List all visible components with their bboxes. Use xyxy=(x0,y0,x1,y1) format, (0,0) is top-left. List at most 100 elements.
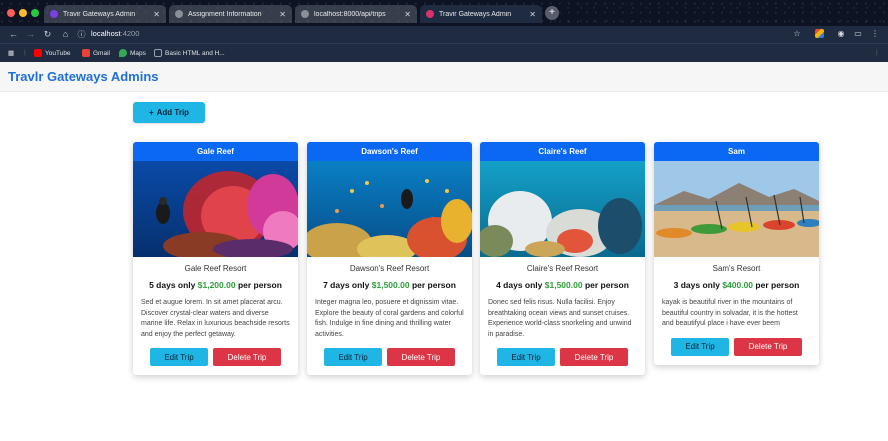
trip-price-line: 3 days only $400.00 per person xyxy=(654,280,819,290)
price-suffix: per person xyxy=(235,280,282,290)
app-header: Travlr Gateways Admins xyxy=(0,62,888,92)
bookmark-maps[interactable]: Maps xyxy=(119,49,146,57)
minimize-window-icon[interactable] xyxy=(19,9,27,17)
home-icon[interactable]: ⌂ xyxy=(59,28,72,41)
extension-icon[interactable] xyxy=(815,29,824,38)
browser-tab-bar: Travir Gateways Admin ✕ Assignment Infor… xyxy=(0,0,888,26)
trip-name: Claire's Reef xyxy=(480,142,645,161)
add-trip-label: Add Trip xyxy=(156,108,190,117)
bookmark-gmail[interactable]: Gmail xyxy=(82,49,110,57)
trip-card: Gale Reef Gale Reef Resort 5 days only $… xyxy=(133,142,298,375)
price-prefix: 3 days only xyxy=(673,280,723,290)
forward-arrow-icon[interactable]: → xyxy=(24,28,37,41)
price-prefix: 7 days only xyxy=(323,280,372,290)
page-icon xyxy=(301,10,309,18)
price-prefix: 5 days only xyxy=(149,280,198,290)
close-tab-icon[interactable]: ✕ xyxy=(153,10,160,19)
page-icon xyxy=(175,10,183,18)
card-actions: Edit Trip Delete Trip xyxy=(654,337,819,365)
card-actions: Edit Trip Delete Trip xyxy=(133,348,298,375)
address-bar: ← → ↻ ⌂ ⓘ localhost:4200 ☆ ◉ ▭ ⋮ xyxy=(0,26,888,43)
maximize-window-icon[interactable] xyxy=(31,9,39,17)
delete-trip-button[interactable]: Delete Trip xyxy=(387,348,455,366)
extensions-puzzle-icon[interactable]: ◉ xyxy=(836,29,846,39)
new-tab-icon[interactable]: + xyxy=(545,6,559,20)
apps-grid-icon[interactable]: ▦ xyxy=(8,49,14,57)
bookmark-basic-html[interactable]: Basic HTML and H... xyxy=(154,49,225,57)
trip-description: Integer magna leo, posuere et dignissim … xyxy=(315,299,464,338)
trip-name: Gale Reef xyxy=(133,142,298,161)
edit-trip-button[interactable]: Edit Trip xyxy=(150,348,208,366)
bookmarks-divider: | xyxy=(876,49,878,56)
add-trip-button[interactable]: + Add Trip xyxy=(133,102,205,123)
price-suffix: per person xyxy=(753,280,800,290)
delete-trip-button[interactable]: Delete Trip xyxy=(213,348,281,366)
angular-icon xyxy=(50,10,58,18)
trip-price: $1,500.00 xyxy=(544,280,583,290)
trip-name: Sam xyxy=(654,142,819,161)
angular-icon xyxy=(426,10,434,18)
browser-tab[interactable]: Assignment Information ✕ xyxy=(169,5,292,23)
codecademy-icon xyxy=(154,49,162,57)
bookmarks-bar: ▦ | YouTube Gmail Maps Basic HTML and H.… xyxy=(0,43,888,62)
bookmarks-divider: | xyxy=(24,49,26,56)
card-actions: Edit Trip Delete Trip xyxy=(307,348,472,375)
card-actions: Edit Trip Delete Trip xyxy=(480,348,645,375)
close-window-icon[interactable] xyxy=(7,9,15,17)
trip-price: $1,500.00 xyxy=(371,280,410,290)
sidebar-icon[interactable]: ▭ xyxy=(853,29,863,39)
browser-tab-active[interactable]: Travir Gateways Admin ✕ xyxy=(420,5,542,23)
back-arrow-icon[interactable]: ← xyxy=(7,28,20,41)
trip-card: Dawson's Reef Dawson's Reef Resort 7 day… xyxy=(307,142,472,375)
bookmark-star-icon[interactable]: ☆ xyxy=(792,29,802,39)
reef-fan-photo xyxy=(133,161,298,257)
resort-name: Sam's Resort xyxy=(712,264,761,273)
url-port: :4200 xyxy=(120,29,140,38)
price-suffix: per person xyxy=(582,280,629,290)
bookmark-youtube[interactable]: YouTube xyxy=(34,49,71,57)
bookmark-label: Basic HTML and H... xyxy=(165,49,225,57)
url-field[interactable]: localhost:4200 xyxy=(91,29,139,38)
edit-trip-button[interactable]: Edit Trip xyxy=(671,337,729,356)
site-info-icon[interactable]: ⓘ xyxy=(75,28,88,41)
resort-name: Dawson's Reef Resort xyxy=(349,264,430,273)
trip-description: kayak is beautiful river in the mountain… xyxy=(662,299,798,327)
coral-fish-photo xyxy=(307,161,472,257)
browser-tab[interactable]: localhost:8000/api/trips ✕ xyxy=(295,5,417,23)
coral-garden-photo xyxy=(480,161,645,257)
edit-trip-button[interactable]: Edit Trip xyxy=(324,348,382,366)
price-suffix: per person xyxy=(409,280,456,290)
close-tab-icon[interactable]: ✕ xyxy=(404,10,411,19)
trip-price-line: 4 days only $1,500.00 per person xyxy=(480,280,645,290)
app-title[interactable]: Travlr Gateways Admins xyxy=(8,69,159,84)
trip-description: Donec sed felis risus. Nulla facilisi. E… xyxy=(488,299,632,338)
trip-card: Sam Sam's Resort 3 days only $400.00 per… xyxy=(654,142,819,365)
edit-trip-button[interactable]: Edit Trip xyxy=(497,348,555,366)
price-prefix: 4 days only xyxy=(496,280,545,290)
resort-name: Claire's Reef Resort xyxy=(526,264,599,273)
tab-title: Travir Gateways Admin xyxy=(439,10,512,18)
tab-title: Assignment Information xyxy=(188,10,262,18)
trip-price: $1,200.00 xyxy=(197,280,236,290)
trip-name: Dawson's Reef xyxy=(307,142,472,161)
delete-trip-button[interactable]: Delete Trip xyxy=(560,348,628,366)
close-tab-icon[interactable]: ✕ xyxy=(279,10,286,19)
tab-title: localhost:8000/api/trips xyxy=(314,10,386,18)
kayak-beach-photo xyxy=(654,161,819,257)
menu-dots-icon[interactable]: ⋮ xyxy=(870,29,880,39)
bookmark-label: Maps xyxy=(130,49,146,57)
url-host: localhost xyxy=(91,29,121,38)
youtube-icon xyxy=(34,49,42,57)
trip-card: Claire's Reef Claire's Reef Resort 4 day… xyxy=(480,142,645,375)
bookmark-label: Gmail xyxy=(93,49,110,57)
resort-name: Gale Reef Resort xyxy=(184,264,247,273)
delete-trip-button[interactable]: Delete Trip xyxy=(734,337,802,356)
gmail-icon xyxy=(82,49,90,57)
close-tab-icon[interactable]: ✕ xyxy=(529,10,536,19)
maps-icon xyxy=(119,49,127,57)
bookmark-label: YouTube xyxy=(45,49,71,57)
reload-icon[interactable]: ↻ xyxy=(41,28,54,41)
browser-tab[interactable]: Travir Gateways Admin ✕ xyxy=(44,5,166,23)
trip-price-line: 5 days only $1,200.00 per person xyxy=(133,280,298,290)
plus-icon: + xyxy=(148,108,154,117)
